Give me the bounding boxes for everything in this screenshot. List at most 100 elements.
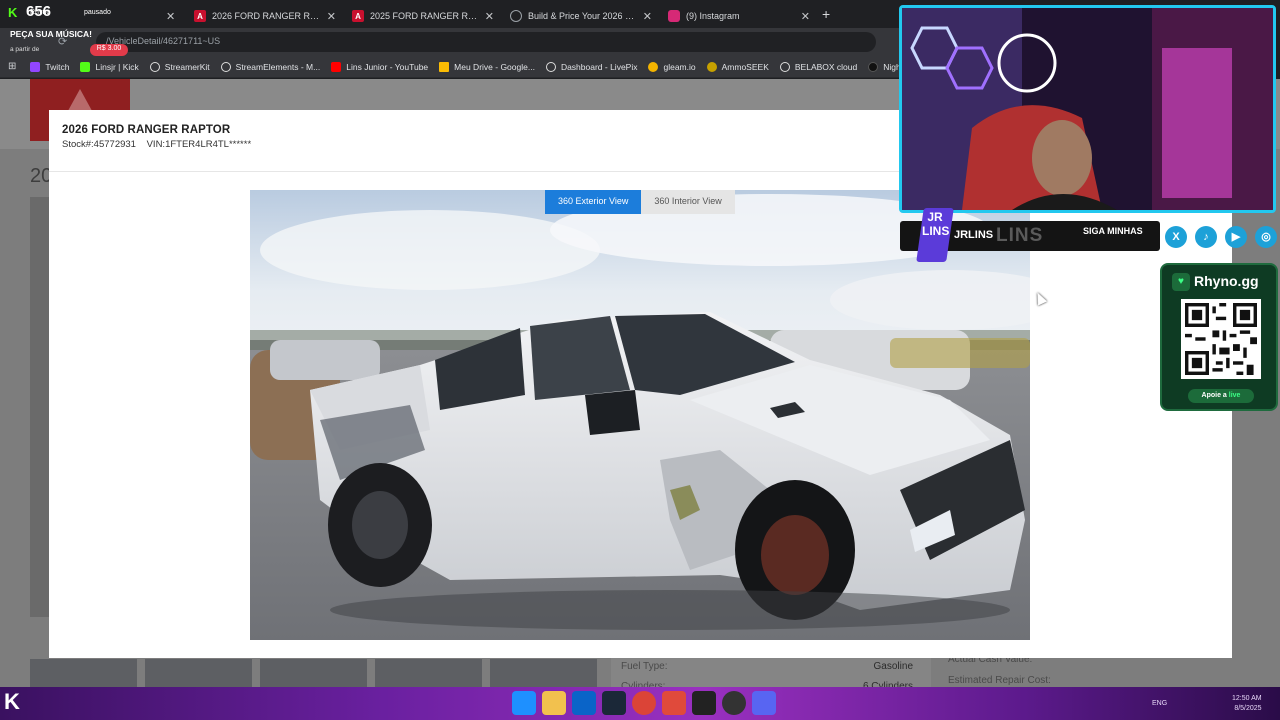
modal-meta: Stock#:45772931 VIN:1FTER4LR4TL****** [62,139,259,150]
bookmark-label: AmmoSEEK [721,61,769,72]
channel-name: JRLINS [954,229,994,241]
thumbnail[interactable] [260,659,367,687]
globe-icon [510,10,522,22]
bookmark-label: BELABOX cloud [794,61,858,72]
tab-build-price[interactable]: Build & Price Your 2026 Ford R ✕ [502,4,660,28]
price-badge: R$ 3.00 [90,44,128,56]
tab-360-exterior[interactable]: 360 Exterior View [545,190,642,214]
streamelements-icon [220,61,231,72]
language-indicator[interactable]: ENG [1152,700,1167,707]
vehicle-photo-image [250,190,1030,640]
vin-number: VIN:1FTER4LR4TL****** [146,139,252,150]
donation-card: ♥ Rhyno.gg Apoie a live [1160,263,1278,411]
obs-icon[interactable] [722,691,746,715]
bookmark-kick[interactable]: Linsjr | Kick [80,61,139,72]
channel-name-ghost: LINS [996,225,1044,246]
stock-number: Stock#:45772931 [62,139,136,150]
donation-title: Rhyno.gg [1194,273,1259,289]
twitch-icon [30,61,41,72]
kick-icon: K [4,689,20,714]
chrome-icon[interactable] [632,691,656,715]
bookmark-streamerkit[interactable]: StreamerKit [149,61,210,72]
clock-date: 8/5/2025 [1234,705,1262,712]
terminal-icon[interactable] [692,691,716,715]
bookmark-ammoseek[interactable]: AmmoSEEK [706,61,769,72]
modal-title: 2026 FORD RANGER RAPTOR [62,124,231,136]
apps-grid-icon[interactable]: ⊞ [8,61,16,72]
iaa-icon: A [194,10,206,22]
thumbnail-strip [30,659,600,689]
support-button-highlight: live [1228,392,1241,399]
follow-label: SIGA MINHAS [1083,226,1143,236]
file-explorer-icon[interactable] [542,691,566,715]
thumbnail[interactable] [145,659,252,687]
bookmark-youtube[interactable]: Lins Junior - YouTube [331,61,428,72]
bookmark-label: Meu Drive - Google... [454,61,535,72]
tab-instagram[interactable]: (9) Instagram ✕ [660,4,818,28]
thumbnail[interactable] [30,659,137,687]
tiktok-icon: ♪ [1195,226,1217,248]
globe-icon [545,61,556,72]
windows-start-icon[interactable] [512,691,536,715]
bookmark-drive[interactable]: Meu Drive - Google... [439,61,535,72]
tab-360-interior[interactable]: 360 Interior View [641,190,735,214]
new-tab-button[interactable]: + [822,6,830,22]
tab-vehicle-2025[interactable]: A 2025 FORD RANGER RAPTOR R ✕ [344,4,502,28]
bookmark-label: Nightbot - Comm [883,61,900,72]
taskbar-apps [512,691,776,715]
gleam-icon [648,61,659,72]
clock-time: 12:50 AM [1232,695,1262,702]
bookmark-label: Dashboard - LivePix [560,61,638,72]
bookmark-nightbot[interactable]: Nightbot - Comm [868,61,900,72]
thumbnail[interactable] [375,659,482,687]
thumbnail[interactable] [490,659,597,687]
webcam-image [902,8,1273,210]
youtube-icon [331,61,342,72]
fuel-type-value: Gasoline [873,661,913,672]
bookmark-streamelements[interactable]: StreamElements - M... [220,61,321,72]
instagram-icon: ◎ [1255,226,1277,248]
steam-icon[interactable] [602,691,626,715]
address-bar[interactable]: /VehicleDetail/46271711~US [96,32,876,52]
requester-name: Rhyno [30,9,51,16]
iaa-icon: A [352,10,364,22]
bookmark-label: StreamerKit [164,61,210,72]
clock[interactable]: 12:50 AM 8/5/2025 [1232,694,1262,714]
channel-logo-text: JR LINS [922,210,950,238]
bookmark-twitch[interactable]: Twitch [30,61,69,72]
instagram-icon [668,10,680,22]
tab-label: Build & Price Your 2026 Ford R [528,11,637,21]
bookmark-label: Linsjr | Kick [95,61,139,72]
vehicle-photo[interactable] [250,190,1030,640]
view-tabs: 360 Exterior View 360 Interior View [545,190,735,214]
bookmark-livepix[interactable]: Dashboard - LivePix [545,61,638,72]
bookmark-gleam[interactable]: gleam.io [648,61,696,72]
bookmark-belabox[interactable]: BELABOX cloud [779,61,858,72]
bookmark-label: StreamElements - M... [235,61,321,72]
kick-icon [80,61,91,72]
paused-label: pausado [84,9,111,16]
tab-vehicle-2026[interactable]: A 2026 FORD RANGER RAPTOR R ✕ [186,4,344,28]
tab-label: (9) Instagram [686,11,740,21]
tab-label: 2025 FORD RANGER RAPTOR R [370,11,479,21]
vehicle-specs: Fuel Type: Gasoline Cylinders: 6 Cylinde… [611,657,931,692]
webcam-feed [899,5,1276,213]
app-icon[interactable] [662,691,686,715]
nightbot-icon [868,61,879,72]
outlook-icon[interactable] [572,691,596,715]
qr-code-image [1185,303,1257,375]
discord-icon[interactable] [752,691,776,715]
tab-label: 2026 FORD RANGER RAPTOR R [212,11,321,21]
globe-icon [149,61,160,72]
close-icon[interactable]: ✕ [327,10,336,23]
close-icon[interactable]: ✕ [485,10,494,23]
bookmark-label: gleam.io [663,61,696,72]
google-drive-icon [439,61,450,72]
x-icon: X [1165,226,1187,248]
erc-label: Estimated Repair Cost: [948,675,1051,686]
youtube-icon: ▶ [1225,226,1247,248]
close-icon[interactable]: ✕ [801,10,810,23]
fuel-type-label: Fuel Type: [621,661,668,672]
heart-icon: ♥ [1172,273,1190,291]
close-icon[interactable]: ✕ [643,10,652,23]
